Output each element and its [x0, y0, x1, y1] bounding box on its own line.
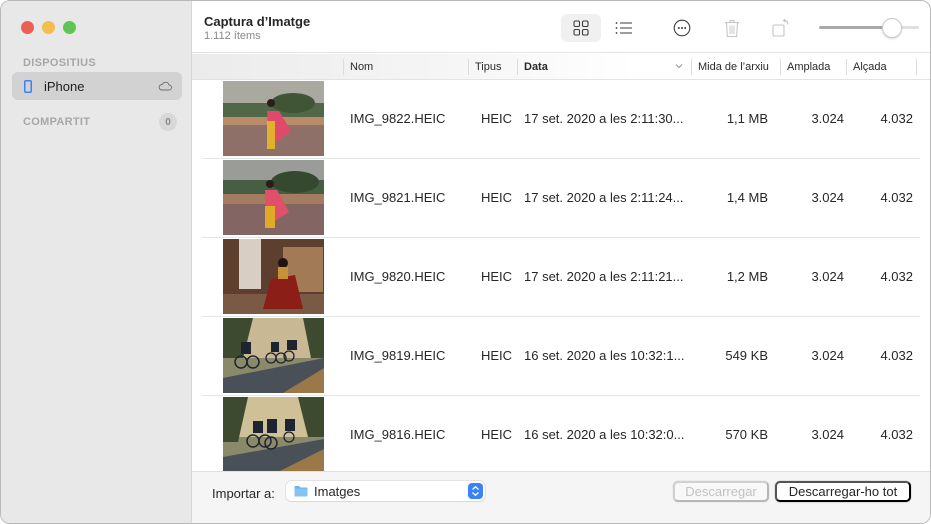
thumbnail-image	[223, 160, 324, 235]
column-header-name[interactable]: Nom	[343, 54, 468, 80]
cell-name: IMG_9821.HEIC	[350, 190, 446, 205]
column-label: Mida de l’arxiu	[698, 61, 769, 73]
list-view-button[interactable]	[604, 14, 644, 42]
cell-height: 4.032	[880, 190, 913, 205]
table-header: Nom Tipus Data Mida de l’arxiu Amplada A…	[192, 54, 930, 80]
cell-height: 4.032	[880, 111, 913, 126]
thumbnail-size-slider[interactable]	[819, 17, 919, 39]
column-header-type[interactable]: Tipus	[468, 54, 513, 80]
cell-type: HEIC	[481, 111, 513, 126]
more-options-button[interactable]	[662, 14, 702, 42]
import-destination-value: Imatges	[314, 483, 361, 499]
cell-date: 17 set. 2020 a les 2:11:30...	[524, 111, 684, 126]
iphone-icon	[24, 79, 32, 93]
table-row[interactable]: IMG_9822.HEIC HEIC 17 set. 2020 a les 2:…	[202, 80, 920, 159]
cell-type: HEIC	[481, 190, 513, 205]
cell-size: 570 KB	[725, 427, 768, 442]
import-destination-select[interactable]: Imatges	[286, 481, 485, 501]
column-header-height[interactable]: Alçada	[846, 54, 916, 80]
cell-width: 3.024	[811, 111, 844, 126]
select-stepper-icon	[468, 483, 483, 499]
column-label: Tipus	[475, 61, 502, 73]
cell-size: 1,1 MB	[726, 111, 768, 126]
delete-button[interactable]	[712, 14, 752, 42]
sidebar-item-label: iPhone	[44, 78, 85, 94]
column-label: Alçada	[853, 61, 887, 73]
cell-width: 3.024	[811, 269, 844, 284]
close-window-button[interactable]	[21, 21, 34, 34]
maximize-window-button[interactable]	[63, 21, 76, 34]
ellipsis-circle-icon	[673, 19, 691, 37]
column-label: Data	[524, 61, 548, 73]
table-row[interactable]: IMG_9821.HEIC HEIC 17 set. 2020 a les 2:…	[202, 159, 920, 238]
rotate-left-icon	[772, 19, 789, 37]
toolbar: Captura d’Imatge 1.112 ítems	[192, 1, 930, 53]
list-view-icon	[615, 22, 632, 34]
table-row[interactable]: IMG_9816.HEIC HEIC 16 set. 2020 a les 10…	[202, 396, 920, 473]
cell-height: 4.032	[880, 427, 913, 442]
thumbnail-image	[223, 81, 324, 156]
table-row[interactable]: IMG_9819.HEIC HEIC 16 set. 2020 a les 10…	[202, 317, 920, 396]
grid-view-icon	[573, 20, 589, 36]
cell-width: 3.024	[811, 190, 844, 205]
thumbnail-image	[223, 239, 324, 314]
cell-name: IMG_9822.HEIC	[350, 111, 446, 126]
window-title: Captura d’Imatge	[204, 14, 311, 29]
footer-bar: Importar a: Imatges Descarregar Descarre…	[192, 471, 930, 523]
cell-width: 3.024	[811, 427, 844, 442]
thumbnail-image	[223, 397, 324, 472]
slider-thumb[interactable]	[882, 18, 902, 38]
image-list: IMG_9822.HEIC HEIC 17 set. 2020 a les 2:…	[192, 80, 930, 473]
cell-size: 1,2 MB	[726, 269, 768, 284]
sidebar-item-iphone[interactable]: iPhone	[12, 72, 182, 100]
cell-height: 4.032	[880, 348, 913, 363]
cell-size: 1,4 MB	[726, 190, 768, 205]
minimize-window-button[interactable]	[42, 21, 55, 34]
rotate-button[interactable]	[761, 14, 801, 42]
column-header-extra[interactable]	[916, 54, 930, 80]
main-pane: Captura d’Imatge 1.112 ítems Nom Tipus D…	[192, 1, 930, 523]
column-label: Amplada	[787, 61, 831, 73]
column-label: Nom	[350, 61, 374, 73]
cell-height: 4.032	[880, 269, 913, 284]
sidebar: DISPOSITIUS iPhone COMPARTIT 0	[1, 1, 192, 523]
item-count: 1.112 ítems	[204, 30, 261, 42]
cell-name: IMG_9816.HEIC	[350, 427, 446, 442]
cell-type: HEIC	[481, 348, 513, 363]
image-capture-window: DISPOSITIUS iPhone COMPARTIT 0 Captura d…	[0, 0, 931, 524]
window-controls	[21, 21, 76, 34]
chevron-down-icon	[675, 64, 683, 69]
cell-name: IMG_9820.HEIC	[350, 269, 446, 284]
column-header-width[interactable]: Amplada	[780, 54, 846, 80]
download-all-button[interactable]: Descarregar-ho tot	[775, 481, 911, 502]
trash-icon	[725, 19, 739, 37]
devices-section-label: DISPOSITIUS	[23, 57, 96, 69]
thumbnail-image	[223, 318, 324, 393]
cell-date: 16 set. 2020 a les 10:32:0...	[524, 427, 685, 442]
cloud-icon	[158, 81, 172, 91]
cell-date: 17 set. 2020 a les 2:11:24...	[524, 190, 684, 205]
column-header-size[interactable]: Mida de l’arxiu	[691, 54, 780, 80]
download-button[interactable]: Descarregar	[673, 481, 769, 502]
table-row[interactable]: IMG_9820.HEIC HEIC 17 set. 2020 a les 2:…	[202, 238, 920, 317]
shared-count-badge: 0	[159, 113, 177, 131]
grid-view-button[interactable]	[561, 14, 601, 42]
cell-date: 17 set. 2020 a les 2:11:21...	[524, 269, 684, 284]
import-to-label: Importar a:	[212, 486, 275, 501]
column-header-date[interactable]: Data	[517, 54, 691, 80]
folder-icon	[294, 486, 308, 497]
cell-type: HEIC	[481, 427, 513, 442]
cell-size: 549 KB	[725, 348, 768, 363]
cell-width: 3.024	[811, 348, 844, 363]
cell-type: HEIC	[481, 269, 513, 284]
cell-name: IMG_9819.HEIC	[350, 348, 446, 363]
shared-section-label: COMPARTIT	[23, 116, 91, 128]
cell-date: 16 set. 2020 a les 10:32:1...	[524, 348, 685, 363]
